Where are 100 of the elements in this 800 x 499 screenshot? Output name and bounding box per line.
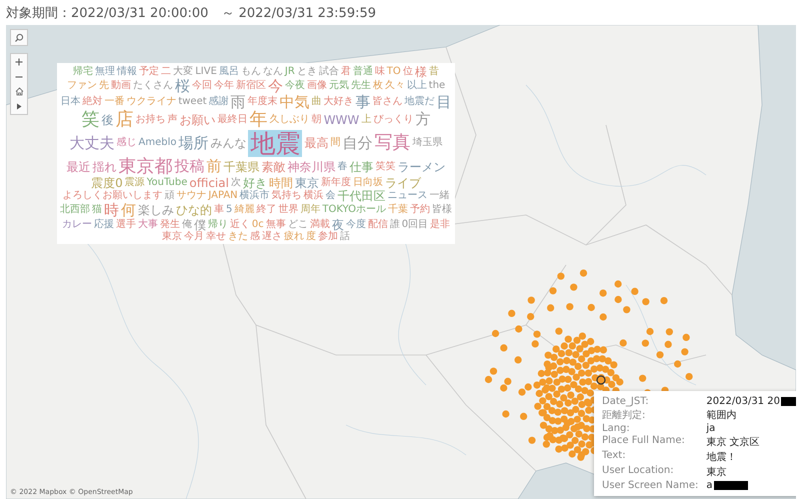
cloud-word[interactable]: 桜 (174, 78, 190, 94)
cloud-word[interactable]: 時間 (268, 176, 293, 188)
cloud-word[interactable]: 終了 (256, 205, 276, 215)
cloud-word[interactable]: 新宿区 (236, 81, 266, 91)
cloud-word[interactable]: TOKYOホール (322, 205, 386, 215)
cloud-word[interactable]: よろしくお願いします (62, 190, 162, 200)
cloud-word[interactable]: YouTube (146, 178, 188, 188)
cloud-word[interactable]: 以上 (406, 81, 427, 91)
cloud-word[interactable]: 近く (230, 220, 250, 230)
cloud-word[interactable]: 日向坂 (352, 178, 383, 188)
cloud-word[interactable]: 誰 (390, 220, 400, 230)
cloud-word[interactable]: 最終日 (218, 114, 248, 124)
cloud-word[interactable]: なん (262, 66, 283, 76)
cloud-word[interactable]: 猫 (92, 205, 102, 215)
cloud-word[interactable]: 情報 (117, 66, 138, 76)
cloud-word[interactable]: 地震 (250, 130, 300, 156)
cloud-word[interactable]: TO (386, 66, 401, 76)
cloud-word[interactable]: 話 (340, 232, 350, 242)
cloud-word[interactable]: tweet (178, 97, 207, 107)
cloud-word[interactable]: 春 (338, 162, 348, 172)
cloud-word[interactable]: 予約 (410, 205, 430, 215)
cloud-word[interactable]: 0c (252, 220, 264, 230)
cloud-word[interactable]: 二 (161, 66, 172, 76)
cloud-word[interactable]: 参加 (318, 232, 338, 242)
cloud-word[interactable]: ラーメン (398, 160, 446, 172)
cloud-word[interactable]: 一番 (104, 97, 124, 107)
cloud-word[interactable]: 千代田区 (338, 190, 386, 202)
cloud-word[interactable]: 朝 (312, 114, 322, 124)
cloud-word[interactable]: たくさん (132, 81, 173, 91)
cloud-word[interactable]: 次 (230, 178, 241, 188)
cloud-word[interactable]: 曲 (312, 97, 322, 107)
cloud-word[interactable]: 千葉県 (224, 160, 260, 172)
cloud-word[interactable]: Ameblo (138, 138, 176, 148)
cloud-word[interactable]: 声 (168, 114, 178, 124)
cloud-word[interactable]: 横浜 (304, 190, 324, 200)
cloud-word[interactable]: どこ (288, 220, 308, 230)
cloud-word[interactable]: 場所 (178, 136, 208, 150)
cloud-word[interactable]: 北西部 (60, 205, 90, 215)
cloud-word[interactable]: JR (284, 66, 295, 76)
cloud-word[interactable]: 帰り (208, 220, 228, 230)
cloud-word[interactable]: 俺 (182, 220, 192, 230)
cloud-word[interactable]: 発生 (160, 220, 180, 230)
cloud-word[interactable]: 久々 (384, 81, 405, 91)
cloud-word[interactable]: 新年度 (320, 178, 351, 188)
cloud-word[interactable]: 先生 (350, 81, 371, 91)
cloud-word[interactable]: 方 (415, 112, 430, 127)
cloud-word[interactable]: 写真 (374, 134, 410, 152)
cloud-word[interactable]: 満載 (310, 220, 330, 230)
cloud-word[interactable]: 会 (326, 190, 336, 200)
cloud-word[interactable]: 地震だ (404, 97, 435, 107)
cloud-word[interactable]: 気持ち (272, 190, 302, 200)
cloud-word[interactable]: もん (240, 66, 261, 76)
cloud-word[interactable]: 最高 (304, 137, 328, 149)
cloud-word[interactable]: 昔 (428, 66, 439, 76)
cloud-word[interactable]: 今年 (214, 81, 234, 91)
cloud-word[interactable]: 皆さん (372, 97, 403, 107)
cloud-word[interactable]: 雨 (230, 94, 246, 110)
cloud-word[interactable]: 夜 (332, 218, 344, 230)
cloud-word[interactable]: 日本 (60, 97, 80, 107)
cloud-word[interactable]: 是非 (430, 220, 450, 230)
cloud-word[interactable]: ひな的 (176, 204, 212, 216)
cloud-word[interactable]: 0回目 (402, 220, 428, 230)
cloud-word[interactable]: 無理 (95, 66, 116, 76)
cloud-word[interactable]: 感 (250, 232, 260, 242)
cloud-word[interactable]: 疲れ (284, 232, 304, 242)
cloud-word[interactable]: 素敵 (262, 160, 286, 172)
cloud-word[interactable]: 試合 (318, 66, 339, 76)
cloud-word[interactable]: 目 (436, 94, 452, 110)
cloud-word[interactable]: 予定 (139, 66, 160, 76)
cloud-word[interactable]: 好き (242, 176, 267, 188)
cloud-word[interactable]: official (189, 176, 229, 188)
cloud-word[interactable]: お持ち (136, 114, 166, 124)
cloud-word[interactable]: 震源 (124, 178, 145, 188)
cloud-word[interactable]: 5 (226, 205, 232, 215)
cloud-word[interactable]: ニュース (388, 190, 428, 200)
cloud-word[interactable]: 枚 (372, 81, 383, 91)
cloud-word[interactable]: JAPAN (208, 190, 238, 200)
cloud-word[interactable]: 僕 (194, 218, 206, 230)
cloud-word[interactable]: 自分 (342, 136, 372, 150)
cloud-word[interactable]: 年度末 (248, 97, 278, 107)
cloud-word[interactable]: 幸せ (206, 232, 226, 242)
cloud-word[interactable]: びっくり (373, 114, 414, 124)
cloud-word[interactable]: 時 (104, 202, 119, 218)
cloud-word[interactable]: 無事 (266, 220, 286, 230)
cloud-word[interactable]: 一緒 (430, 190, 450, 200)
cloud-word[interactable]: 綺麗 (234, 205, 254, 215)
cloud-word[interactable]: 絶対 (82, 97, 102, 107)
cloud-word[interactable]: 久しぶり (270, 114, 310, 124)
cloud-word[interactable]: ファン (66, 81, 97, 91)
cloud-word[interactable]: 間 (330, 138, 340, 148)
cloud-word[interactable]: 今夜 (284, 81, 305, 91)
cloud-word[interactable]: 度 (306, 232, 316, 242)
cloud-word[interactable]: 東京 (294, 176, 319, 188)
cloud-word[interactable]: 東京 (162, 232, 182, 242)
cloud-word[interactable]: 大好き (324, 97, 354, 107)
cloud-word[interactable]: 感謝 (208, 97, 229, 107)
cloud-word[interactable]: 車 (214, 205, 224, 215)
cloud-word[interactable]: カレー (62, 220, 92, 230)
cloud-word[interactable]: 店 (116, 110, 134, 128)
cloud-word[interactable]: 動画 (110, 81, 131, 91)
